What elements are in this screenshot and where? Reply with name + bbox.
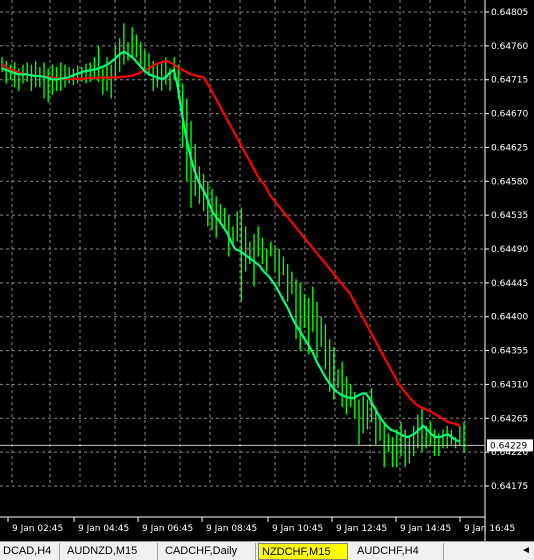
chart-window[interactable]: 0.64805 0.64760 0.64715 0.64670 0.64625 0.645… xyxy=(0,0,534,541)
price-axis: 0.64805 0.64760 0.64715 0.64670 0.64625 0.645… xyxy=(485,8,533,492)
tab-label: AUDNZD,M15 xyxy=(67,545,138,557)
price-tick-label: 0.64310 xyxy=(491,380,528,390)
time-tick-label: 9 Jan 10:45 xyxy=(272,524,323,534)
time-tick-label: 9 Jan 14:45 xyxy=(400,524,451,534)
time-tick-label: 9 Jan 04:45 xyxy=(78,524,129,534)
price-tick-label: 0.64715 xyxy=(491,76,528,86)
moving-averages xyxy=(1,50,461,443)
price-tick-label: 0.64580 xyxy=(491,177,528,187)
price-tick-label: 0.64175 xyxy=(491,482,528,492)
tab-label: AUDCHF,H4 xyxy=(357,545,419,557)
chart-tab-bar: DCAD,H4 AUDNZD,M15 CADCHF,Daily NZDCHF,M… xyxy=(0,541,534,560)
tab-cadchf-daily[interactable]: CADCHF,Daily xyxy=(162,543,256,560)
price-tick-label: 0.64625 xyxy=(491,143,528,153)
time-tick-label: 9 Jan 06:45 xyxy=(142,524,193,534)
price-tick-label: 0.64445 xyxy=(491,279,528,289)
time-tick-label: 9 Jan 12:45 xyxy=(336,524,387,534)
price-chart[interactable]: 0.64805 0.64760 0.64715 0.64670 0.64625 0.645… xyxy=(0,0,534,541)
current-price-label: 0.64229 xyxy=(490,441,527,451)
price-tick-label: 0.64355 xyxy=(491,347,528,357)
time-tick-label: 9 Jan 16:45 xyxy=(464,524,515,534)
tab-audchf-h4[interactable]: AUDCHF,H4 xyxy=(354,543,444,560)
scroll-left-arrow-icon[interactable]: ◄ xyxy=(518,543,534,559)
tab-label: NZDCHF,M15 xyxy=(262,546,331,558)
tab-label: CADCHF,Daily xyxy=(165,545,238,557)
price-tick-label: 0.64760 xyxy=(491,42,528,52)
time-axis: 9 Jan 02:45 9 Jan 04:45 9 Jan 06:45 9 Jan 0… xyxy=(7,517,515,534)
price-tick-label: 0.64265 xyxy=(491,414,528,424)
tab-audnzd-m15[interactable]: AUDNZD,M15 xyxy=(64,543,158,560)
price-tick-label: 0.64805 xyxy=(491,8,528,18)
price-tick-label: 0.64400 xyxy=(491,313,528,323)
tab-dcad-h4[interactable]: DCAD,H4 xyxy=(0,543,60,560)
time-tick-label: 9 Jan 08:45 xyxy=(206,524,257,534)
price-tick-label: 0.64490 xyxy=(491,245,528,255)
price-tick-label: 0.64670 xyxy=(491,110,528,120)
time-tick-label: 9 Jan 02:45 xyxy=(12,524,63,534)
fast-moving-average-line xyxy=(1,50,461,443)
tab-nzdchf-m15[interactable]: NZDCHF,M15 xyxy=(258,543,348,560)
tab-label: DCAD,H4 xyxy=(3,545,52,557)
price-tick-label: 0.64535 xyxy=(491,211,528,221)
